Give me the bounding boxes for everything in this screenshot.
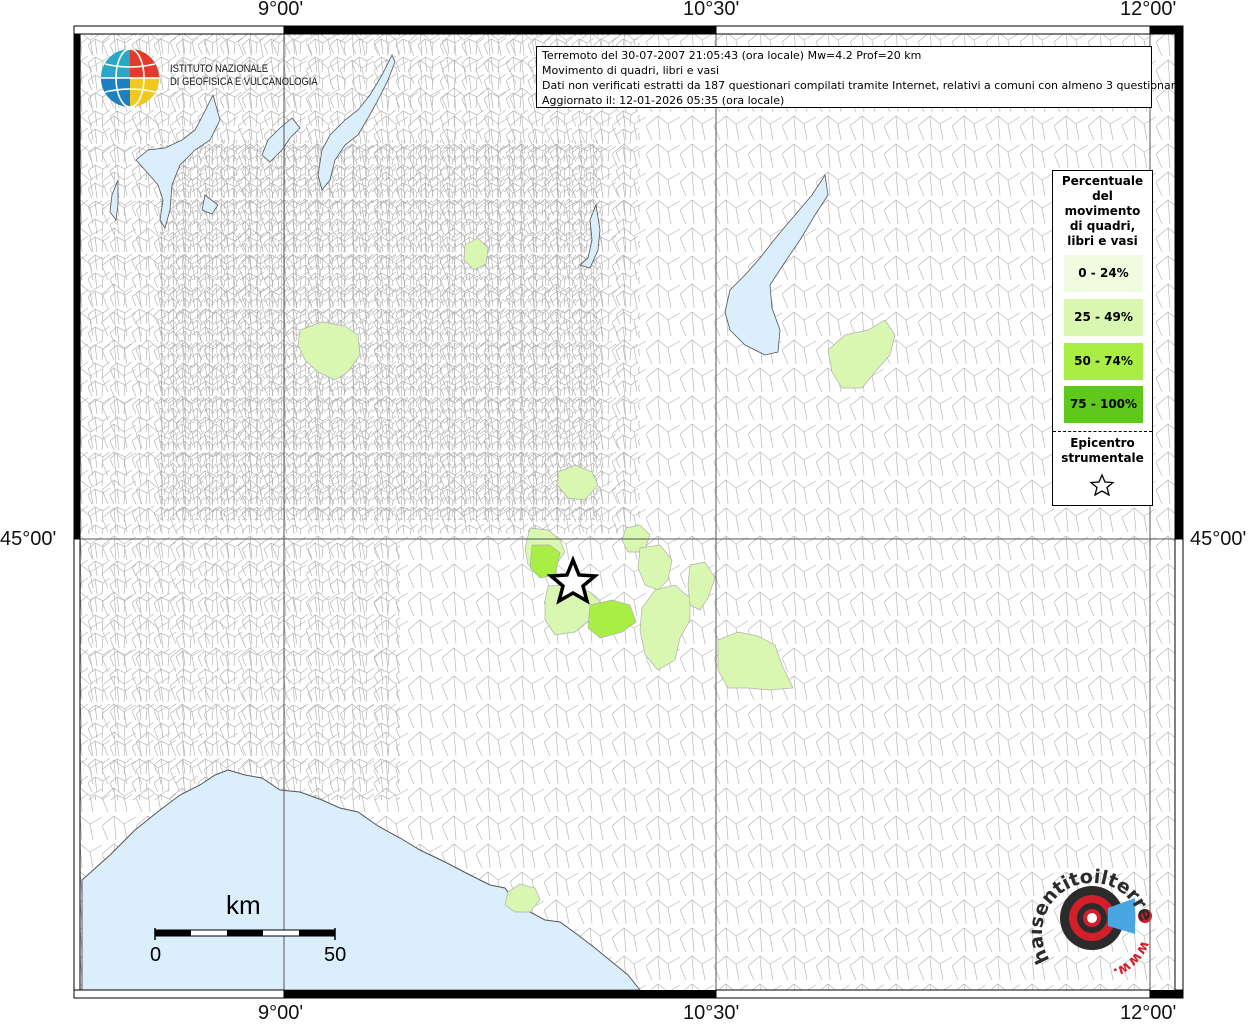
info-source: Dati non verificati estratti da 187 ques… [542, 79, 1182, 92]
legend-title-line: del [1092, 189, 1113, 203]
info-parameter: Movimento di quadri, libri e vasi [542, 64, 720, 77]
legend-title-line: libri e vasi [1067, 234, 1138, 248]
scale-bar-graphic [154, 928, 336, 940]
info-event: Terremoto del 30-07-2007 21:05:43 (ora l… [542, 49, 922, 62]
info-updated: Aggiornato il: 12-01-2026 05:35 (ora loc… [542, 94, 785, 107]
scale-end-label: 50 [324, 944, 347, 966]
ingv-line1: ISTITUTO NAZIONALE [170, 63, 269, 75]
ingv-logo-text: ISTITUTO NAZIONALE DI GEOFISICA E VULCAN… [170, 63, 318, 89]
legend-item-0-24: 0 - 24% [1064, 255, 1143, 292]
legend-title: Percentuale del movimento di quadri, lib… [1053, 174, 1152, 249]
legend-title-line: di quadri, [1069, 219, 1136, 233]
hsl-logo-www: www. [1111, 938, 1153, 980]
scale-bar: km 0 50 [150, 890, 350, 970]
legend-title-line: Percentuale [1061, 174, 1144, 188]
legend: Percentuale del movimento di quadri, lib… [1052, 170, 1153, 506]
scale-unit: km [226, 890, 261, 920]
legend-separator [1053, 431, 1152, 432]
legend-star-icon [1089, 473, 1115, 497]
legend-item-25-49: 25 - 49% [1064, 299, 1143, 336]
legend-item-75-100: 75 - 100% [1064, 386, 1143, 423]
legend-item-50-74: 50 - 74% [1064, 343, 1143, 380]
legend-epicenter-line: Epicentro [1070, 436, 1135, 450]
legend-epicenter-label: Epicentro strumentale [1053, 436, 1152, 466]
ingv-globe-icon [101, 48, 159, 108]
legend-title-line: movimento [1064, 204, 1141, 218]
haisentitoilterremoto-logo: haisentitoilterremoto.it www. [1030, 860, 1157, 980]
scale-start-label: 0 [150, 944, 162, 966]
ingv-line2: DI GEOFISICA E VULCANOLOGIA [170, 76, 318, 88]
legend-epicenter-line: strumentale [1061, 451, 1144, 465]
info-box: Terremoto del 30-07-2007 21:05:43 (ora l… [536, 46, 1182, 108]
